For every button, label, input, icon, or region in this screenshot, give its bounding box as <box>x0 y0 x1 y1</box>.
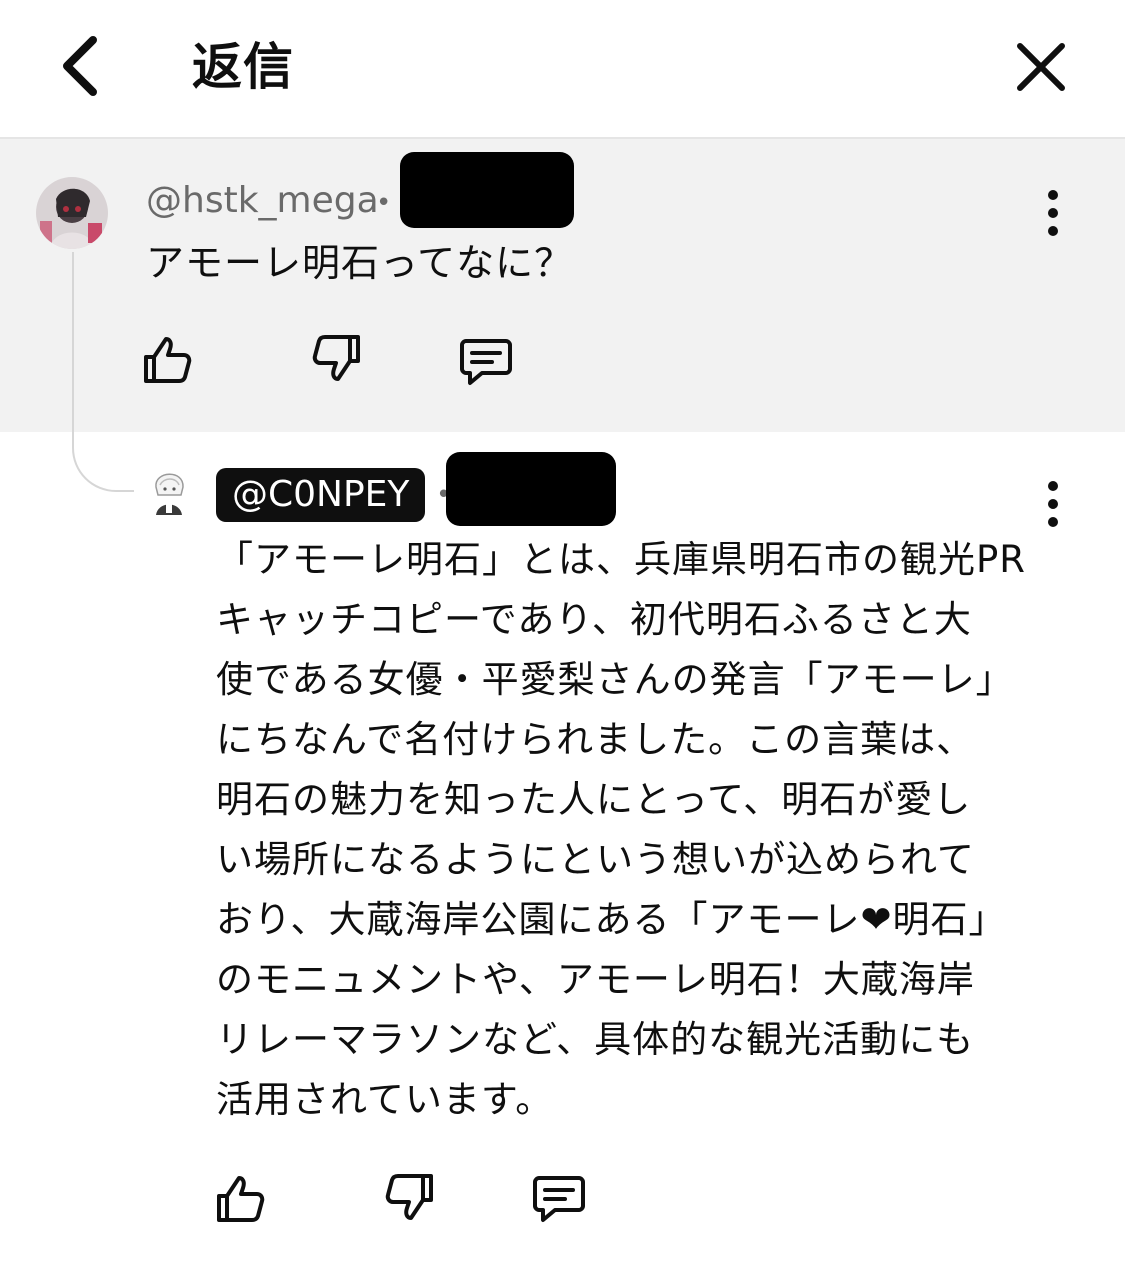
more-vertical-icon <box>1048 481 1058 527</box>
comment-text: 「アモーレ明石」とは、兵庫県明石市の観光PR キャッチコピーであり、初代明石ふる… <box>216 530 1036 1130</box>
avatar[interactable] <box>36 177 108 249</box>
separator-dot: • <box>376 188 392 218</box>
comment-text-line: のモニュメントや、アモーレ明石！大蔵海岸 <box>216 958 975 1001</box>
header-bar: 返信 <box>0 0 1125 139</box>
like-icon <box>217 1176 265 1222</box>
like-button[interactable] <box>140 331 196 387</box>
comment-text-line: 「アモーレ明石」とは、兵庫県明石市の観光PR <box>216 538 1027 581</box>
avatar-image <box>146 465 192 517</box>
dislike-button[interactable] <box>308 331 364 387</box>
avatar[interactable] <box>146 465 192 517</box>
chevron-left-icon <box>63 36 97 96</box>
comment-author-handle[interactable]: @C0NPEY <box>216 468 426 522</box>
avatar-image <box>36 177 108 249</box>
more-options-button[interactable] <box>1033 183 1073 243</box>
dislike-icon <box>312 335 360 381</box>
like-button[interactable] <box>213 1170 269 1226</box>
close-icon <box>1017 43 1065 91</box>
comment-text-line: 使である女優・平愛梨さんの発言「アモーレ」 <box>216 658 1014 701</box>
comment-text-line: リレーマラソンなど、具体的な観光活動にも <box>216 1018 975 1061</box>
close-button[interactable] <box>1012 38 1070 96</box>
comment-text-line: キャッチコピーであり、初代明石ふるさと大 <box>216 598 972 641</box>
comment-text-line: おり、大蔵海岸公園にある「アモーレ❤明石」 <box>216 898 1007 941</box>
reply-icon <box>460 339 512 385</box>
reply-button[interactable] <box>531 1170 587 1226</box>
dislike-button[interactable] <box>381 1170 437 1226</box>
comment-text-line: い場所になるようにという想いが込められて <box>216 838 975 881</box>
more-vertical-icon <box>1048 190 1058 236</box>
comment-text: アモーレ明石ってなに？ <box>146 241 574 285</box>
redacted-timestamp <box>400 152 574 228</box>
page-title: 返信 <box>192 38 294 96</box>
reply-icon <box>533 1176 585 1222</box>
comment-text-line: にちなんで名付けられました。この言葉は、 <box>216 718 975 761</box>
back-button[interactable] <box>55 30 115 102</box>
dislike-icon <box>385 1174 433 1220</box>
thread-connector <box>72 252 134 492</box>
more-options-button[interactable] <box>1033 474 1073 534</box>
comment-text-line: 活用されています。 <box>216 1078 554 1121</box>
comment-text-line: 明石の魅力を知った人にとって、明石が愛し <box>216 778 972 821</box>
comment-author-handle[interactable]: @hstk_mega <box>146 178 379 224</box>
redacted-timestamp <box>446 452 616 526</box>
like-icon <box>144 337 192 383</box>
reply-button[interactable] <box>458 333 514 389</box>
